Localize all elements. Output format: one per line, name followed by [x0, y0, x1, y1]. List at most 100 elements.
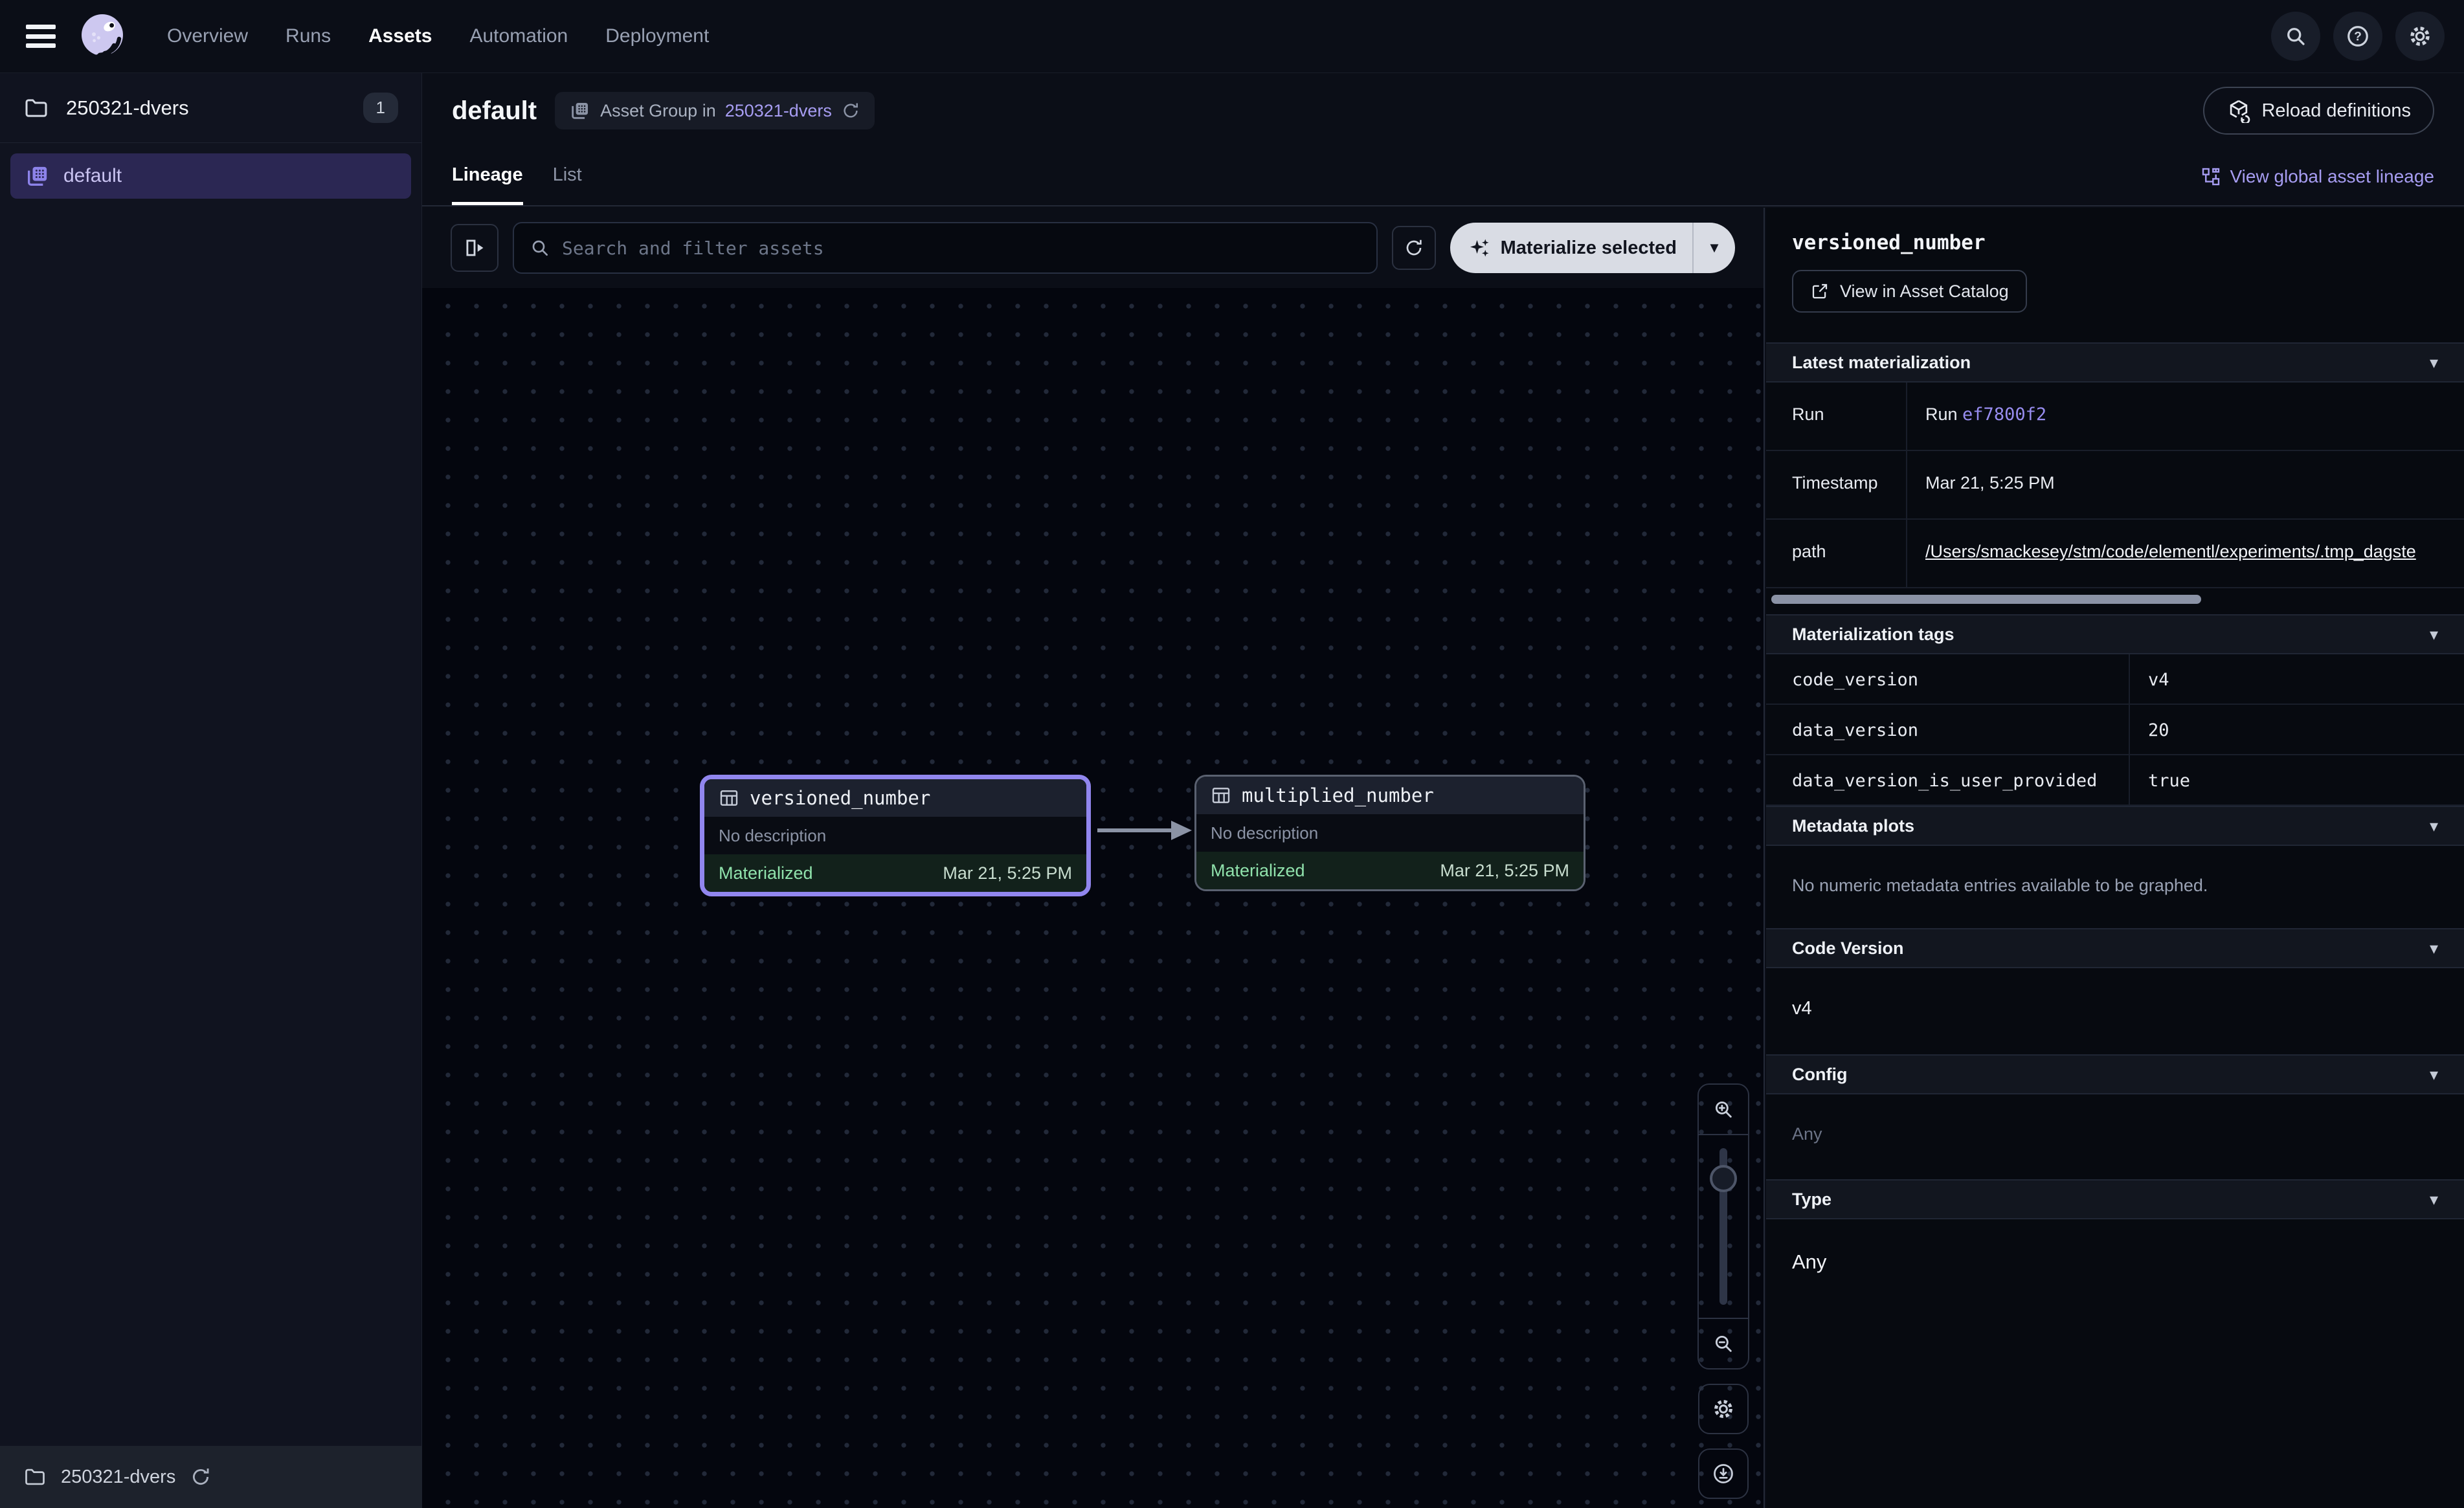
search-button[interactable] [2271, 12, 2320, 61]
section-latest-materialization[interactable]: Latest materialization ▾ [1766, 342, 2464, 383]
dagster-logo[interactable] [76, 10, 128, 62]
tag-value: v4 [2130, 654, 2464, 704]
sidebar-group-count-badge: 1 [363, 93, 398, 123]
sidebar-item-default[interactable]: default [10, 153, 411, 199]
page-title: default [452, 96, 537, 126]
sidebar: 250321-dvers 1 default 250321-dvers [0, 72, 422, 1508]
table-row: code_version v4 [1766, 654, 2464, 705]
lineage-graph-icon [2201, 166, 2221, 187]
refresh-graph-button[interactable] [1392, 226, 1436, 270]
nav-item-runs[interactable]: Runs [286, 25, 331, 47]
section-config[interactable]: Config ▾ [1766, 1054, 2464, 1094]
materialize-selected-label: Materialize selected [1501, 238, 1677, 259]
chevron-down-icon: ▾ [2430, 816, 2438, 836]
folder-icon [23, 1465, 47, 1489]
nav-actions: ? [2271, 12, 2445, 61]
badge-group-link[interactable]: 250321-dvers [725, 101, 832, 121]
materialized-timestamp: Mar 21, 5:25 PM [943, 863, 1072, 883]
asset-node-header: versioned_number [704, 779, 1086, 817]
badge-prefix: Asset Group in [600, 101, 716, 121]
zoom-controls [1697, 1083, 1749, 1499]
row-value: Mar 21, 5:25 PM [1907, 451, 2464, 518]
settings-button[interactable] [2395, 12, 2445, 61]
asset-node-versioned-number[interactable]: versioned_number No description Material… [700, 775, 1091, 896]
download-image-button[interactable] [1698, 1448, 1749, 1499]
zoom-slider [1699, 1135, 1748, 1318]
sidebar-group-row[interactable]: 250321-dvers 1 [0, 73, 421, 143]
expand-panel-button[interactable] [451, 224, 498, 272]
section-type[interactable]: Type ▾ [1766, 1179, 2464, 1219]
sync-icon[interactable] [841, 101, 860, 120]
tag-value: true [2130, 755, 2464, 804]
nav-item-assets[interactable]: Assets [368, 25, 432, 47]
table-icon [719, 788, 739, 808]
run-id-link[interactable]: ef7800f2 [1962, 405, 2046, 425]
search-input[interactable] [562, 238, 1361, 259]
view-global-asset-lineage-link[interactable]: View global asset lineage [2201, 148, 2434, 205]
section-materialization-tags[interactable]: Materialization tags ▾ [1766, 614, 2464, 654]
sidebar-group-name: 250321-dvers [66, 96, 189, 120]
nav-item-automation[interactable]: Automation [469, 25, 568, 47]
type-value: Any [1766, 1219, 2464, 1305]
row-key: Timestamp [1766, 451, 1907, 518]
section-label: Type [1792, 1190, 1831, 1210]
chevron-down-icon: ▾ [2430, 938, 2438, 959]
row-key: path [1766, 520, 1907, 587]
row-value: Run ef7800f2 [1907, 383, 2464, 450]
nav-item-deployment[interactable]: Deployment [605, 25, 709, 47]
tag-value: 20 [2130, 705, 2464, 754]
zoom-slider-group [1697, 1083, 1749, 1369]
hamburger-menu-icon[interactable] [26, 25, 56, 48]
sidebar-footer-name: 250321-dvers [61, 1467, 175, 1488]
zoom-out-button[interactable] [1699, 1318, 1748, 1368]
materialized-status: Materialized [719, 863, 813, 883]
page-header: default Asset Group in 250321-dvers [422, 73, 2464, 148]
section-label: Materialization tags [1792, 625, 1954, 645]
section-label: Code Version [1792, 938, 1904, 959]
main-area: default Asset Group in 250321-dvers [422, 72, 2464, 1508]
table-row: Run Run ef7800f2 [1766, 383, 2464, 451]
sync-icon[interactable] [190, 1466, 212, 1488]
nav-item-overview[interactable]: Overview [167, 25, 248, 47]
tab-list[interactable]: List [553, 148, 582, 205]
tab-lineage[interactable]: Lineage [452, 148, 523, 205]
horizontal-scrollbar [1771, 595, 2464, 605]
zoom-slider-thumb[interactable] [1710, 1165, 1737, 1192]
materialize-selected-button[interactable]: Materialize selected [1450, 223, 1692, 273]
folder-icon [23, 95, 49, 121]
reload-definitions-button[interactable]: Reload definitions [2203, 87, 2434, 135]
chevron-down-icon: ▼ [1707, 239, 1721, 256]
row-value: /Users/smackesey/stm/code/elementl/exper… [1907, 520, 2464, 587]
panel-toggle-icon [462, 236, 487, 260]
materialized-status: Materialized [1211, 861, 1305, 881]
help-button[interactable]: ? [2333, 12, 2382, 61]
section-metadata-plots[interactable]: Metadata plots ▾ [1766, 806, 2464, 846]
materialize-button-group: Materialize selected ▼ [1450, 223, 1735, 273]
zoom-in-button[interactable] [1699, 1085, 1748, 1135]
tag-key: code_version [1766, 654, 2130, 704]
chevron-down-icon: ▾ [2430, 1190, 2438, 1210]
section-label: Config [1792, 1065, 1847, 1085]
reload-definitions-label: Reload definitions [2261, 100, 2411, 122]
horizontal-scrollbar-thumb[interactable] [1771, 595, 2201, 604]
tag-key: data_version [1766, 705, 2130, 754]
view-in-asset-catalog-button[interactable]: View in Asset Catalog [1792, 270, 2027, 313]
tabs-row: Lineage List View global asset lineage [422, 148, 2464, 206]
search-icon [2284, 25, 2307, 48]
asset-detail-panel: versioned_number View in Asset Catalog L… [1766, 208, 2464, 1508]
panel-asset-title: versioned_number [1792, 231, 2438, 254]
zoom-out-icon [1712, 1333, 1734, 1355]
asset-node-footer: Materialized Mar 21, 5:25 PM [704, 854, 1086, 892]
materialized-timestamp: Mar 21, 5:25 PM [1440, 861, 1569, 881]
graph-settings-button[interactable] [1698, 1384, 1749, 1434]
path-link[interactable]: /Users/smackesey/stm/code/elementl/exper… [1925, 542, 2451, 562]
lineage-graph[interactable]: versioned_number No description Material… [422, 288, 1764, 1508]
chevron-down-icon: ▾ [2430, 625, 2438, 645]
edge-arrow [1093, 811, 1197, 850]
section-code-version[interactable]: Code Version ▾ [1766, 928, 2464, 968]
view-global-asset-lineage-label: View global asset lineage [2230, 166, 2434, 187]
asset-group-icon [569, 100, 591, 122]
section-label: Latest materialization [1792, 353, 1971, 373]
materialize-dropdown-button[interactable]: ▼ [1694, 223, 1735, 273]
asset-node-multiplied-number[interactable]: multiplied_number No description Materia… [1194, 775, 1585, 891]
